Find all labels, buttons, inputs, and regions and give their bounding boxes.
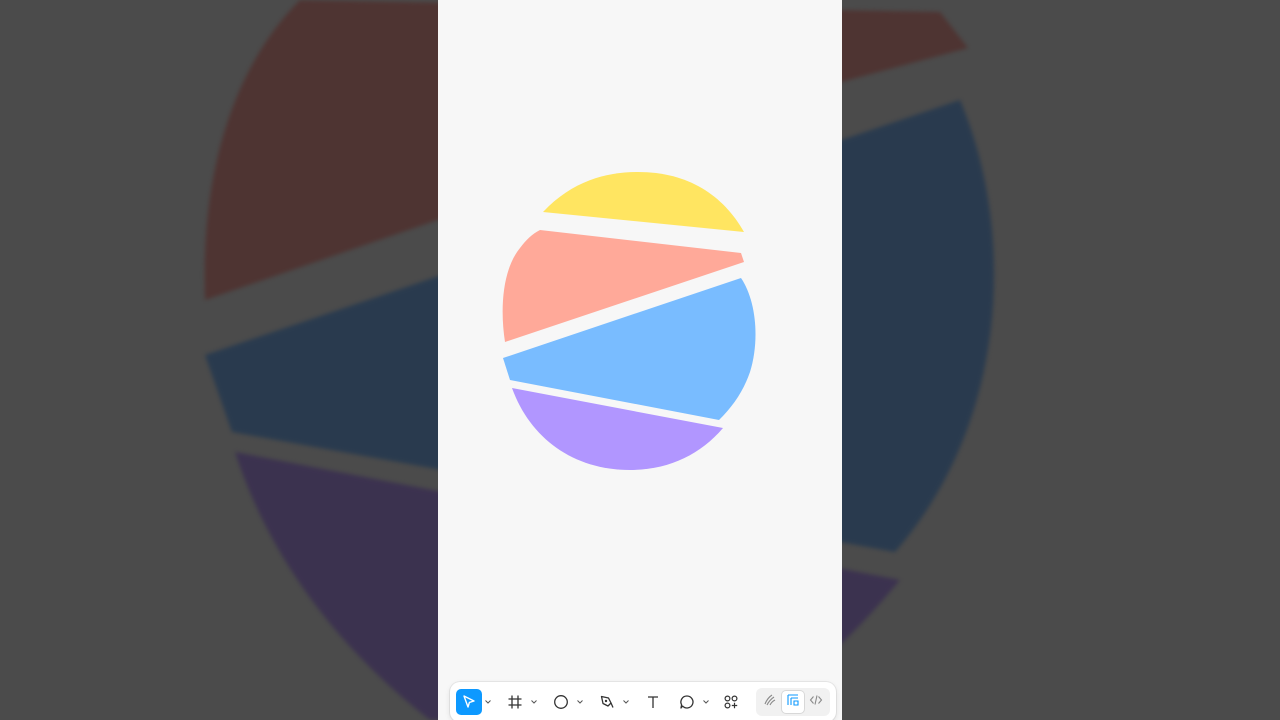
chevron-down-icon [485,700,491,704]
chevron-down-icon [623,700,629,704]
mode-switcher [756,688,830,716]
chevron-down-icon [703,700,709,704]
move-tool-menu-caret[interactable] [484,689,492,715]
text-icon [645,694,661,710]
comment-tool-menu-caret[interactable] [702,689,710,715]
frame-icon [507,694,523,710]
design-mode-icon [786,693,800,712]
shape-tool-menu-caret[interactable] [576,689,584,715]
text-tool-button[interactable] [640,689,666,715]
screen [0,0,1280,720]
cursor-icon [461,694,477,710]
frame-tool-menu-caret[interactable] [530,689,538,715]
comment-tool-button[interactable] [674,689,700,715]
pen-tool-button[interactable] [594,689,620,715]
design-mode-button[interactable] [782,691,804,713]
frame-tool-button[interactable] [502,689,528,715]
chevron-down-icon [577,700,583,704]
ellipse-icon [553,694,569,710]
shape-tool-button[interactable] [548,689,574,715]
resources-icon [723,694,739,710]
dev-mode-button[interactable] [805,691,827,713]
yellow-slice[interactable] [543,172,744,232]
dev-mode-icon [809,693,823,712]
draw-mode-button[interactable] [759,691,781,713]
design-canvas[interactable] [438,0,842,720]
pen-tool-menu-caret[interactable] [622,689,630,715]
move-tool-button[interactable] [456,689,482,715]
bottom-toolbar [450,682,836,720]
draw-mode-icon [763,693,777,712]
comment-icon [679,694,695,710]
pen-icon [599,694,615,710]
resources-tool-button[interactable] [718,689,744,715]
chevron-down-icon [531,700,537,704]
